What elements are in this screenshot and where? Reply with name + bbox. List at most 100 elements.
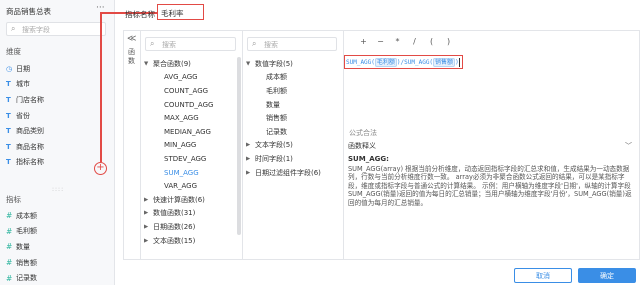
tree-item[interactable]: 数量 [246, 98, 321, 112]
tree-group[interactable]: ▶ 日期函数(26) [144, 220, 213, 234]
tree-item[interactable]: 成本额 [246, 71, 321, 85]
tree-item[interactable]: STDEV_AGG [144, 152, 213, 166]
tree-item[interactable]: 销售额 [246, 111, 321, 125]
tree-item[interactable]: MIN_AGG [144, 139, 213, 153]
drag-handle-icon[interactable]: :::: [52, 186, 64, 193]
tree-item[interactable]: VAR_AGG [144, 179, 213, 193]
confirm-button[interactable]: 确定 [578, 268, 636, 283]
caret-right-icon[interactable]: ▶ [246, 156, 255, 162]
function-scrollbar[interactable] [237, 57, 241, 235]
operator-button[interactable]: / [406, 37, 423, 46]
metric-item[interactable]: # 数量 [6, 239, 37, 255]
hash-icon: # [6, 226, 13, 236]
dimension-item[interactable]: T 门店名称 [6, 92, 44, 108]
field-tree: ▼ 数值字段(5) 成本额 毛利额 数量 销售额 记录数 ▶ 文本字段(5) ▶ 时间字段(1) ▶ 日… [246, 57, 321, 179]
chevron-down-icon[interactable]: ﹀ [625, 141, 632, 151]
metric-name-input[interactable]: 毛利率 [157, 4, 204, 20]
tree-group[interactable]: ▶ 文本字段(5) [246, 139, 321, 153]
metric-item[interactable]: # 记录数 [6, 270, 37, 285]
divider [242, 31, 243, 259]
operator-button[interactable]: − [372, 37, 389, 46]
caret-right-icon[interactable]: ▶ [144, 210, 153, 216]
caret-right-icon[interactable]: ▶ [144, 238, 153, 244]
tree-group[interactable]: ▶ 快速计算函数(6) [144, 193, 213, 207]
field-search-input-2[interactable]: ⌕ 搜索 [247, 37, 337, 51]
tree-item[interactable]: MAX_AGG [144, 111, 213, 125]
metric-label: 记录数 [16, 274, 37, 283]
operator-button[interactable]: * [389, 37, 406, 46]
tree-group[interactable]: ▶ 文本函数(15) [144, 234, 213, 248]
function-search-placeholder: 搜索 [162, 41, 176, 49]
cancel-button[interactable]: 取消 [514, 268, 572, 283]
formula-input[interactable]: SUM_AGG(毛利额)/SUM_AGG(销售额) [344, 55, 463, 69]
tree-group-label: 时间字段(1) [255, 154, 293, 163]
tree-item[interactable]: MEDIAN_AGG [144, 125, 213, 139]
tree-item[interactable]: AVG_AGG [144, 71, 213, 85]
dimension-item[interactable]: T 商品类别 [6, 123, 44, 139]
formula-mid-text: )/SUM_AGG( [396, 59, 434, 66]
search-icon: ⌕ [11, 24, 16, 33]
text-cursor [458, 58, 460, 67]
tree-group-label: 文本函数(15) [153, 236, 196, 245]
function-explain-header[interactable]: 函数释义 ﹀ [344, 141, 636, 153]
tree-item[interactable]: COUNTD_AGG [144, 98, 213, 112]
field-search-input[interactable]: ⌕ 搜索字段 [6, 22, 106, 36]
dimension-section-label: 维度 [6, 47, 21, 56]
hash-icon: # [6, 211, 13, 221]
metric-section-label: 指标 [6, 195, 21, 204]
dimension-label: 省份 [16, 111, 30, 120]
function-explain-title: 函数释义 [348, 142, 376, 150]
operator-button[interactable]: ) [440, 37, 457, 46]
operator-button[interactable]: ( [423, 37, 440, 46]
dimension-item[interactable]: T 商品名称 [6, 139, 44, 155]
metric-item[interactable]: # 销售额 [6, 255, 37, 271]
tree-group[interactable]: ▼ 数值字段(5) [246, 57, 321, 71]
text-type-icon: T [6, 142, 11, 151]
field-search-placeholder: 搜索字段 [22, 26, 50, 34]
dimension-item[interactable]: ◷ 日期 [6, 61, 44, 77]
tree-group-label: 日期函数(26) [153, 222, 196, 231]
caret-down-icon[interactable]: ▼ [144, 61, 153, 67]
dimension-item[interactable]: T 指标名称 [6, 155, 44, 171]
field-sidebar: 商品销售总表 ··· ⌕ 搜索字段 维度 ◷ 日期 T 城市 T 门店名称 T 省份 T 商品类别… [0, 0, 115, 285]
collapse-icon[interactable]: ≪ [127, 34, 136, 44]
caret-right-icon[interactable]: ▶ [246, 170, 255, 176]
function-explain-text: SUM_AGG(array) 根据当前分析维度，动态返回指标字段的汇总求和值，生… [348, 164, 632, 207]
metric-label: 销售额 [16, 258, 37, 267]
tree-group[interactable]: ▶ 时间字段(1) [246, 152, 321, 166]
text-type-icon: T [6, 95, 11, 104]
caret-down-icon[interactable]: ▼ [246, 61, 255, 67]
caret-right-icon[interactable]: ▶ [246, 142, 255, 148]
tree-group[interactable]: ▶ 日期过滤组件字段(6) [246, 166, 321, 180]
metric-label: 成本额 [16, 211, 37, 220]
tree-group-label: 快速计算函数(6) [153, 195, 205, 204]
tree-item[interactable]: 毛利额 [246, 84, 321, 98]
formula-fn-text: SUM_AGG( [346, 59, 375, 66]
dimension-item[interactable]: T 省份 [6, 108, 44, 124]
caret-right-icon[interactable]: ▶ [144, 224, 153, 230]
metric-label: 数量 [16, 242, 30, 251]
metric-item[interactable]: # 成本额 [6, 208, 37, 224]
operator-button[interactable]: + [355, 37, 372, 46]
tree-group-label: 文本字段(5) [255, 141, 293, 150]
hash-icon: # [6, 258, 13, 268]
dimension-label: 城市 [16, 80, 30, 89]
metric-item[interactable]: # 毛利额 [6, 224, 37, 240]
add-metric-icon[interactable]: + [94, 162, 107, 175]
operator-toolbar: + − * /() [355, 37, 457, 46]
hash-icon: # [6, 242, 13, 252]
function-vertical-tab[interactable]: 函数 [128, 48, 136, 66]
caret-right-icon[interactable]: ▶ [144, 197, 153, 203]
function-explain-body: SUM_AGG: SUM_AGG(array) 根据当前分析维度，动态返回指标字… [348, 155, 636, 208]
formula-field-token[interactable]: 销售额 [433, 58, 456, 67]
dimension-item[interactable]: T 城市 [6, 77, 44, 93]
formula-field-token[interactable]: 毛利额 [374, 58, 397, 67]
tree-group[interactable]: ▼ 聚合函数(9) [144, 57, 213, 71]
tree-group[interactable]: ▶ 数值函数(31) [144, 207, 213, 221]
tree-item[interactable]: COUNT_AGG [144, 84, 213, 98]
hash-icon: # [6, 273, 13, 283]
text-type-icon: T [6, 111, 11, 120]
tree-item[interactable]: 记录数 [246, 125, 321, 139]
function-search-input[interactable]: ⌕ 搜索 [145, 37, 236, 51]
tree-item[interactable]: SUM_AGG [144, 166, 213, 180]
